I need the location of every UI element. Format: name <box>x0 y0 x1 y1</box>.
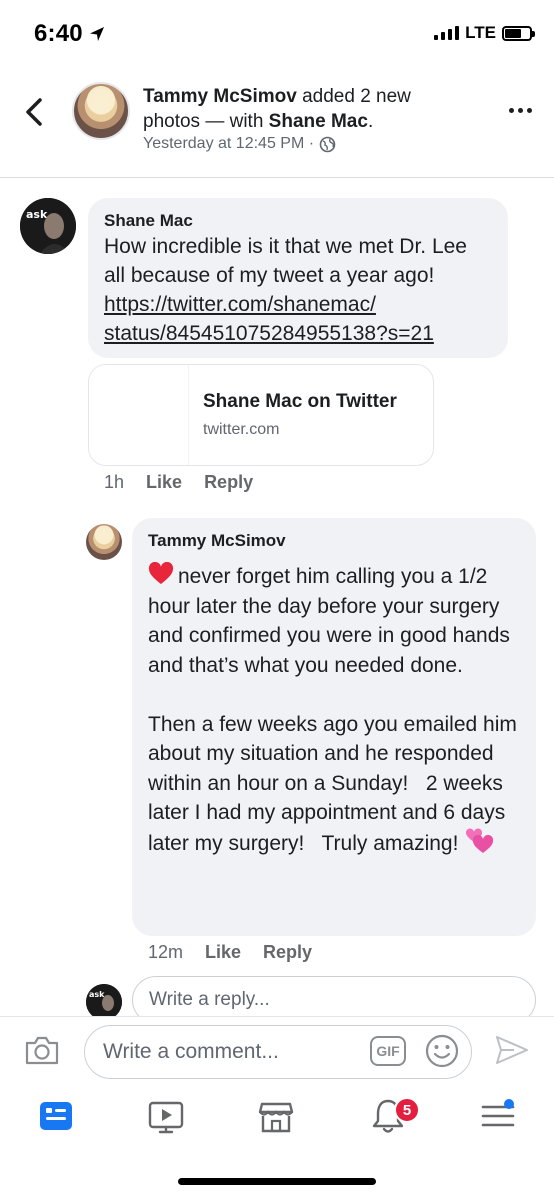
reply-time: 12m <box>148 942 184 962</box>
send-icon[interactable] <box>494 1034 530 1066</box>
reply-button[interactable]: Reply <box>263 942 312 963</box>
post-timestamp[interactable]: Yesterday at 12:45 PM · <box>143 135 314 153</box>
reply-author[interactable]: Tammy McSimov <box>148 530 520 552</box>
like-button[interactable]: Like <box>205 942 241 963</box>
link-preview-domain: twitter.com <box>203 421 280 438</box>
link-preview-card[interactable]: Shane Mac on Twitter twitter.com <box>88 364 434 466</box>
red-heart-emoji-icon <box>148 562 174 584</box>
like-button[interactable]: Like <box>146 472 182 493</box>
home-indicator[interactable] <box>178 1178 376 1185</box>
comment-link[interactable]: https://twitter.com/shanemac/status/8454… <box>104 293 434 345</box>
link-preview-title: Shane Mac on Twitter <box>203 391 397 412</box>
battery-icon <box>502 25 535 41</box>
link-preview-thumbnail <box>89 365 189 465</box>
gif-button[interactable]: GIF <box>370 1036 406 1066</box>
status-time: 6:40 <box>34 20 83 47</box>
reply-author-avatar[interactable] <box>86 524 122 560</box>
comment-author[interactable]: Shane Mac <box>104 210 492 232</box>
status-indicators: LTE <box>434 22 535 44</box>
reply-text: never forget him calling you a 1/2 hour … <box>148 562 520 858</box>
menu-notification-dot <box>504 1099 514 1109</box>
reply-bubble: Tammy McSimov never forget him calling y… <box>132 518 536 936</box>
commenter-avatar[interactable]: ask. <box>20 198 76 254</box>
post-author-name[interactable]: Tammy McSimov <box>143 86 297 107</box>
reply-actions: 12m Like Reply <box>148 942 312 963</box>
comment-bubble: Shane Mac How incredible is it that we m… <box>88 198 508 358</box>
post-author-avatar[interactable] <box>72 82 130 140</box>
marketplace-icon[interactable] <box>256 1096 296 1136</box>
camera-icon[interactable] <box>24 1034 60 1066</box>
news-feed-icon[interactable] <box>36 1096 76 1136</box>
current-user-avatar: ask. <box>86 984 122 1020</box>
comment-input[interactable]: Write a comment... <box>84 1025 472 1079</box>
comment-time: 1h <box>104 472 125 492</box>
watch-video-icon[interactable] <box>146 1096 186 1136</box>
network-label: LTE <box>465 23 496 42</box>
header-divider <box>0 177 554 178</box>
reply-button[interactable]: Reply <box>204 472 253 493</box>
signal-icon <box>434 26 460 40</box>
back-button[interactable] <box>20 94 50 130</box>
more-options-button[interactable] <box>509 108 532 113</box>
comment-text: How incredible is it that we met Dr. Lee… <box>104 235 467 345</box>
emoji-icon[interactable] <box>424 1033 460 1069</box>
location-arrow-icon <box>90 27 104 41</box>
two-hearts-emoji-icon <box>466 827 494 853</box>
globe-icon <box>319 136 336 152</box>
notifications-badge: 5 <box>394 1097 420 1123</box>
post-meta: Yesterday at 12:45 PM · <box>143 135 336 153</box>
post-title: Tammy McSimov added 2 new photos — with … <box>143 86 411 132</box>
comment-actions: 1h Like Reply <box>104 472 253 493</box>
tagged-name[interactable]: Shane Mac <box>269 111 368 132</box>
